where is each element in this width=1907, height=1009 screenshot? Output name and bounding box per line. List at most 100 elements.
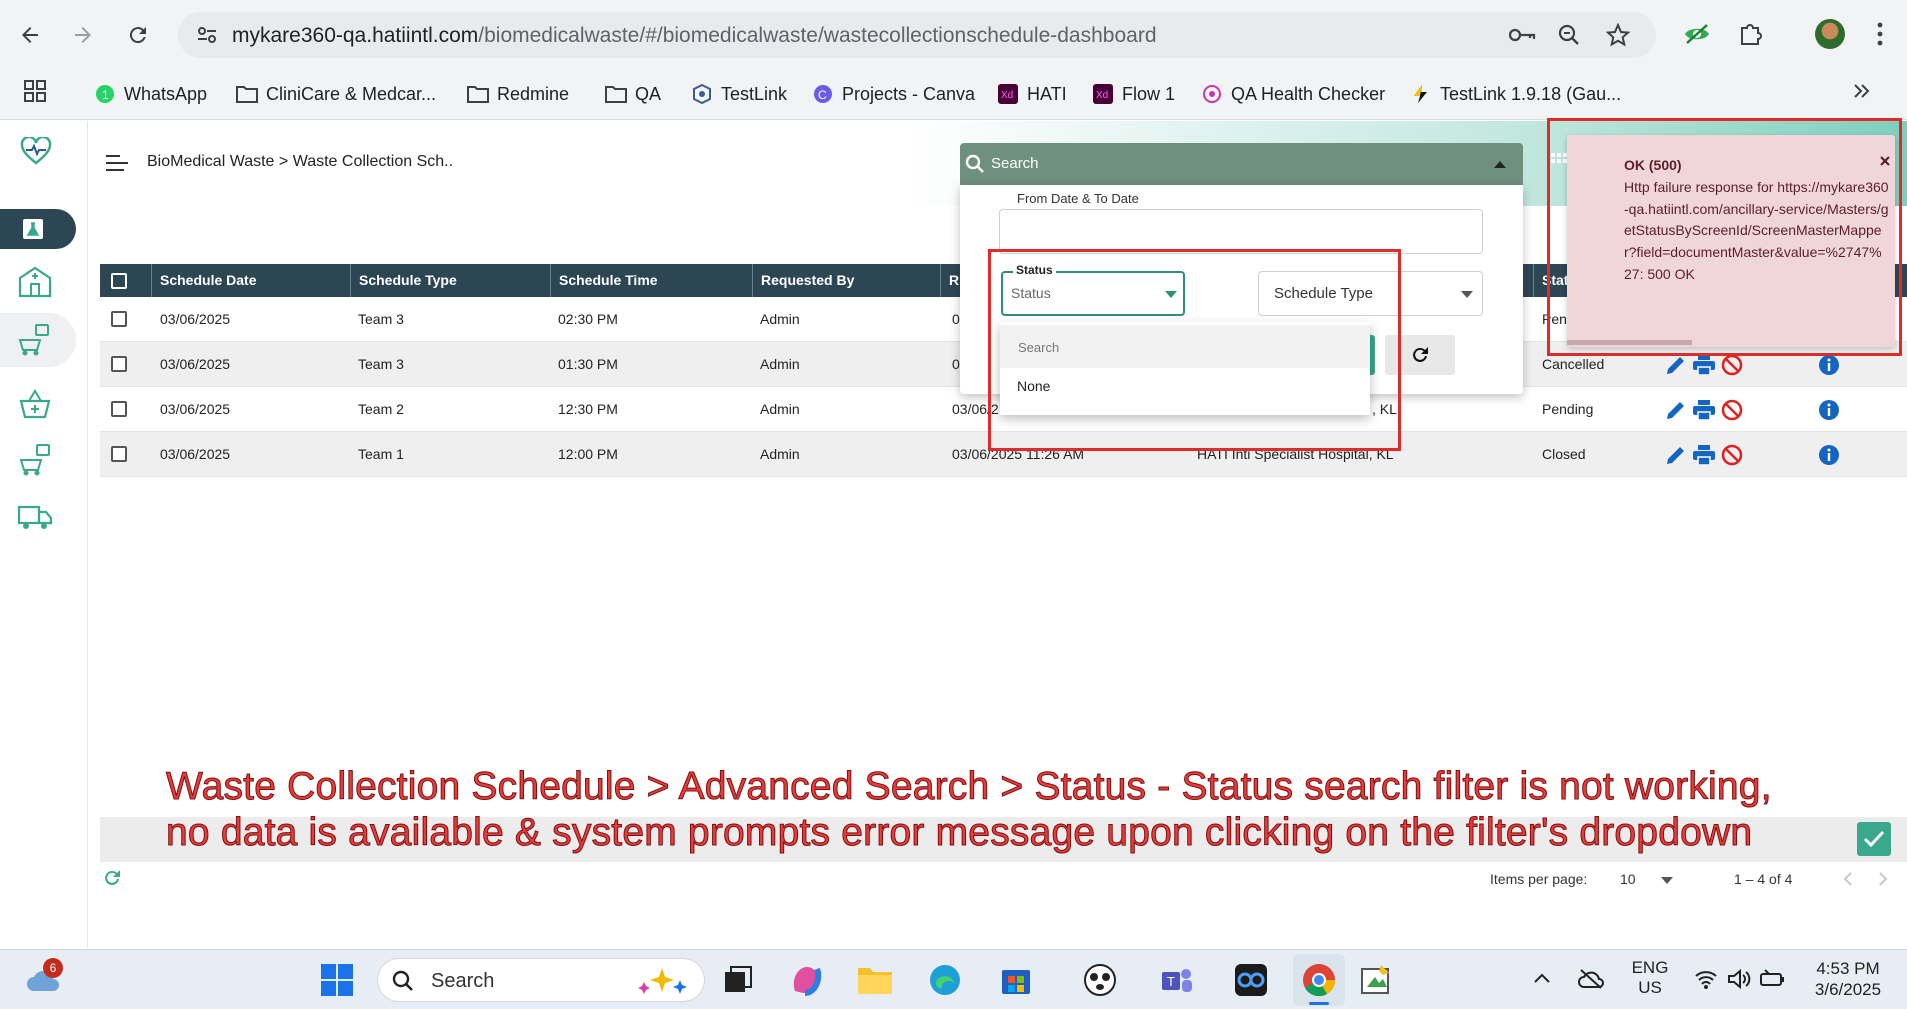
refresh-icon[interactable] xyxy=(102,868,122,888)
taskbar-search[interactable]: Search xyxy=(377,958,705,1002)
app-panda[interactable] xyxy=(1080,960,1120,1000)
cell-status: Pending xyxy=(1542,401,1594,417)
wifi-icon[interactable] xyxy=(1694,968,1718,990)
profile-avatar[interactable] xyxy=(1815,19,1845,49)
info-button[interactable] xyxy=(1817,443,1841,467)
bookmark-star-icon[interactable] xyxy=(1606,23,1630,47)
row-checkbox[interactable] xyxy=(111,446,127,462)
waste-cart-icon xyxy=(18,324,49,356)
url-domain: mykare360-qa.hatiintl.com xyxy=(232,24,479,47)
date-range-input[interactable] xyxy=(999,209,1483,254)
task-view-button[interactable] xyxy=(718,960,758,1000)
row-checkbox[interactable] xyxy=(111,356,127,372)
folder-icon xyxy=(858,968,892,994)
sidebar-item-waste-collection[interactable] xyxy=(0,313,76,367)
prev-page-icon[interactable] xyxy=(1843,872,1853,886)
col-schedule-date[interactable]: Schedule Date xyxy=(151,264,354,297)
back-button[interactable] xyxy=(12,17,48,53)
clock[interactable]: 4:53 PM 3/6/2025 xyxy=(1808,958,1888,1000)
edge-app[interactable] xyxy=(925,960,965,1000)
next-page-icon[interactable] xyxy=(1878,872,1888,886)
more-bookmarks-chevron-icon[interactable] xyxy=(1853,83,1871,99)
sidebar-item-schedule[interactable] xyxy=(14,439,56,481)
bookmark-qa-health[interactable]: QA Health Checker xyxy=(1201,78,1385,110)
store-app[interactable] xyxy=(996,960,1036,1000)
sidebar-item-biomedical-active[interactable] xyxy=(0,209,76,249)
battery-icon[interactable] xyxy=(1759,968,1787,990)
chevron-up-icon[interactable] xyxy=(1534,973,1550,983)
address-bar[interactable]: mykare360-qa.hatiintl.com/biomedicalwast… xyxy=(178,12,1656,58)
items-per-page-label: Items per page: xyxy=(1490,871,1588,887)
reload-button[interactable] xyxy=(120,17,156,53)
bookmark-canva[interactable]: C Projects - Canva xyxy=(812,78,975,110)
bookmark-clinicare[interactable]: CliniCare & Medcar... xyxy=(236,78,436,110)
language-line-2: US xyxy=(1638,978,1662,997)
edit-button[interactable] xyxy=(1664,353,1688,377)
bookmark-flow1[interactable]: Xd Flow 1 xyxy=(1092,78,1175,110)
chrome-icon xyxy=(1303,964,1336,997)
bookmark-whatsapp[interactable]: 1 WhatsApp xyxy=(94,78,207,110)
col-schedule-type[interactable]: Schedule Type xyxy=(350,264,554,297)
file-explorer-app[interactable] xyxy=(855,960,895,1000)
site-settings-icon[interactable] xyxy=(196,25,218,45)
url-text: mykare360-qa.hatiintl.com/biomedicalwast… xyxy=(232,24,1157,48)
bookmark-hati[interactable]: Xd HATI xyxy=(997,78,1067,110)
page-range: 1 – 4 of 4 xyxy=(1734,871,1793,887)
bookmark-qa[interactable]: QA xyxy=(605,78,661,110)
printer-icon xyxy=(1693,400,1715,420)
app-dark[interactable] xyxy=(1231,960,1271,1000)
language-line-1: ENG xyxy=(1631,958,1669,977)
bookmark-label: TestLink 1.9.18 (Gau... xyxy=(1440,83,1622,104)
bookmark-testlink-gau[interactable]: TestLink 1.9.18 (Gau... xyxy=(1410,78,1621,110)
start-button[interactable] xyxy=(317,960,357,1000)
extensions-puzzle-icon[interactable] xyxy=(1738,22,1762,46)
bookmark-testlink[interactable]: TestLink xyxy=(691,78,787,110)
volume-icon[interactable] xyxy=(1727,968,1751,990)
forward-button[interactable] xyxy=(65,17,101,53)
print-button[interactable] xyxy=(1692,443,1716,467)
apps-grid-icon[interactable] xyxy=(24,80,46,102)
row-checkbox[interactable] xyxy=(111,311,127,327)
info-icon xyxy=(1819,400,1839,420)
info-button[interactable] xyxy=(1817,398,1841,422)
menu-toggle-icon[interactable] xyxy=(106,155,128,171)
cancel-button[interactable] xyxy=(1720,443,1744,467)
heart-logo-icon[interactable] xyxy=(20,137,52,165)
edit-button[interactable] xyxy=(1664,443,1688,467)
cell-type: Team 3 xyxy=(358,356,404,372)
sidebar-item-basket[interactable] xyxy=(14,383,56,425)
zoom-icon[interactable] xyxy=(1558,24,1580,46)
sidebar-item-hospital[interactable] xyxy=(14,261,56,303)
menu-kebab-icon[interactable] xyxy=(1877,22,1883,46)
edge-icon xyxy=(930,965,960,995)
row-checkbox[interactable] xyxy=(111,401,127,417)
info-button[interactable] xyxy=(1817,353,1841,377)
cloud-offline-icon[interactable] xyxy=(1578,968,1604,990)
teams-app[interactable]: T xyxy=(1157,960,1197,1000)
select-all-checkbox[interactable] xyxy=(111,273,127,289)
col-requested-by[interactable]: Requested By xyxy=(752,264,944,297)
weather-widget[interactable]: 6 xyxy=(24,958,64,1000)
health-checker-icon xyxy=(1201,83,1223,105)
breadcrumb: BioMedical Waste > Waste Collection Sch.… xyxy=(147,153,454,170)
edit-button[interactable] xyxy=(1664,398,1688,422)
chevron-down-icon xyxy=(1461,291,1473,298)
cancel-button[interactable] xyxy=(1720,353,1744,377)
app-paint[interactable] xyxy=(1356,960,1396,1000)
password-key-icon[interactable] xyxy=(1508,25,1536,45)
confirm-button[interactable] xyxy=(1857,822,1891,856)
chrome-app-active[interactable] xyxy=(1293,954,1345,1006)
extension-eye-icon[interactable] xyxy=(1683,23,1711,45)
chevron-down-icon[interactable] xyxy=(1661,877,1673,884)
language-indicator[interactable]: ENG US xyxy=(1630,958,1670,998)
advanced-search-toggle[interactable]: Search xyxy=(960,143,1523,185)
sidebar-item-transport[interactable] xyxy=(14,495,56,537)
teams-icon: T xyxy=(1162,969,1192,992)
copilot-app[interactable] xyxy=(786,960,826,1000)
print-button[interactable] xyxy=(1692,398,1716,422)
cancel-button[interactable] xyxy=(1720,398,1744,422)
bookmark-redmine[interactable]: Redmine xyxy=(467,78,569,110)
col-schedule-time[interactable]: Schedule Time xyxy=(550,264,756,297)
page-size-select[interactable]: 10 xyxy=(1620,871,1636,887)
print-button[interactable] xyxy=(1692,353,1716,377)
